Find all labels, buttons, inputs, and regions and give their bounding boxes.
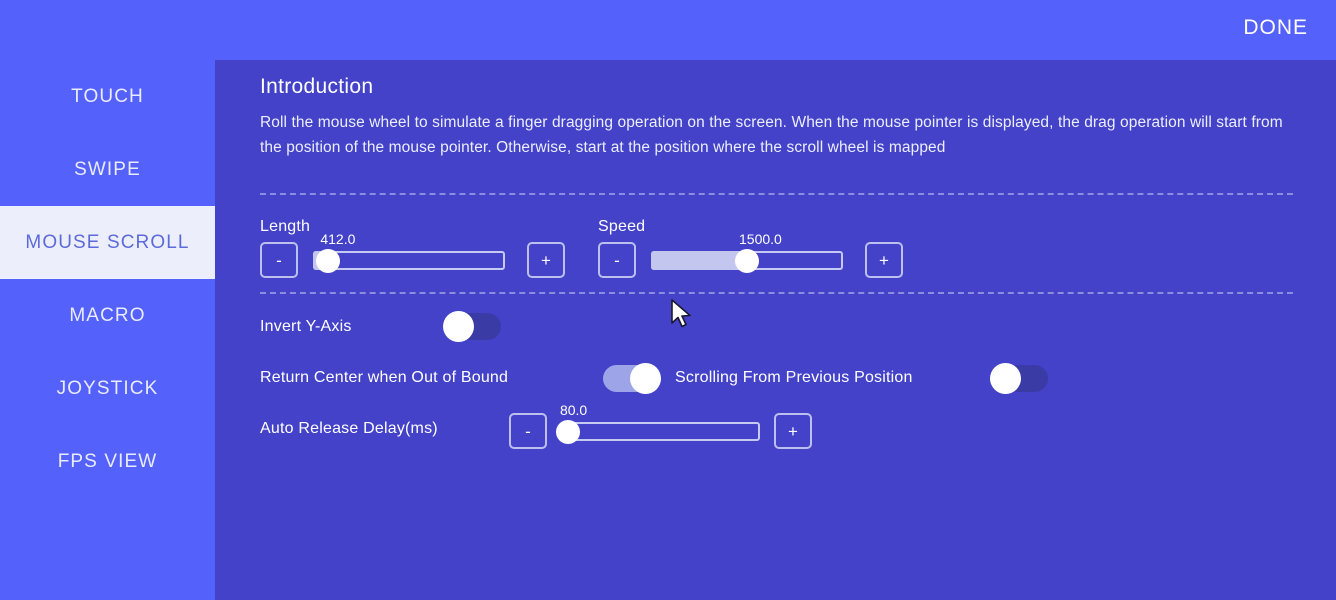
toggle-knob xyxy=(443,311,474,342)
sidebar-item-label: TOUCH xyxy=(71,85,144,107)
speed-slider[interactable]: 1500.0 xyxy=(651,231,843,278)
divider-bottom xyxy=(260,292,1293,294)
title-bar: DONE xyxy=(0,0,1336,60)
speed-value: 1500.0 xyxy=(739,231,782,247)
sidebar-item-label: JOYSTICK xyxy=(56,377,159,399)
length-slider[interactable]: 412.0 xyxy=(313,231,505,278)
auto-release-delay-decrement-button[interactable]: - xyxy=(509,413,547,449)
auto-release-delay-slider[interactable]: 80.0 xyxy=(555,402,760,449)
speed-label: Speed xyxy=(598,218,646,235)
length-decrement-button[interactable]: - xyxy=(260,242,298,278)
scrolling-from-previous-toggle[interactable] xyxy=(990,363,1048,394)
sidebar-nav: TOUCH SWIPE MOUSE SCROLL MACRO JOYSTICK … xyxy=(0,60,215,600)
return-center-toggle[interactable] xyxy=(603,363,661,394)
length-increment-button[interactable]: + xyxy=(527,242,565,278)
return-center-label: Return Center when Out of Bound xyxy=(260,369,509,386)
auto-release-delay-slider-knob[interactable] xyxy=(555,420,580,444)
sidebar-item-joystick[interactable]: JOYSTICK xyxy=(0,352,215,425)
sidebar-item-label: MACRO xyxy=(69,304,146,326)
introduction-heading: Introduction xyxy=(260,75,374,98)
speed-increment-button[interactable]: + xyxy=(865,242,903,278)
toggle-knob xyxy=(990,363,1021,394)
scrolling-from-previous-label: Scrolling From Previous Position xyxy=(675,369,913,386)
toggle-knob xyxy=(630,363,661,394)
auto-release-delay-label: Auto Release Delay(ms) xyxy=(260,420,438,437)
length-value: 412.0 xyxy=(320,231,356,247)
sidebar-item-label: MOUSE SCROLL xyxy=(25,231,190,253)
done-button[interactable]: DONE xyxy=(1243,16,1308,40)
introduction-text: Roll the mouse wheel to simulate a finge… xyxy=(260,114,1283,156)
sidebar-item-macro[interactable]: MACRO xyxy=(0,279,215,352)
settings-panel: Introduction Roll the mouse wheel to sim… xyxy=(215,60,1336,600)
length-slider-track[interactable] xyxy=(313,251,505,270)
auto-release-delay-value: 80.0 xyxy=(559,402,588,418)
sidebar-item-label: SWIPE xyxy=(74,158,141,180)
sidebar-item-mouse-scroll[interactable]: MOUSE SCROLL xyxy=(0,206,215,279)
speed-decrement-button[interactable]: - xyxy=(598,242,636,278)
speed-slider-fill xyxy=(651,251,747,270)
sidebar-item-touch[interactable]: TOUCH xyxy=(0,60,215,133)
length-label: Length xyxy=(260,218,311,235)
sidebar-item-swipe[interactable]: SWIPE xyxy=(0,133,215,206)
invert-y-axis-toggle[interactable] xyxy=(443,311,501,342)
auto-release-delay-increment-button[interactable]: + xyxy=(774,413,812,449)
sidebar-item-label: FPS VIEW xyxy=(57,450,158,472)
sidebar-item-fps-view[interactable]: FPS VIEW xyxy=(0,425,215,498)
speed-slider-knob[interactable] xyxy=(735,249,759,273)
auto-release-delay-slider-track[interactable] xyxy=(562,422,760,441)
invert-y-axis-label: Invert Y-Axis xyxy=(260,318,352,335)
divider-top xyxy=(260,193,1293,195)
mouse-scroll-settings-window: DONE TOUCH SWIPE MOUSE SCROLL MACRO JOYS… xyxy=(0,0,1336,600)
